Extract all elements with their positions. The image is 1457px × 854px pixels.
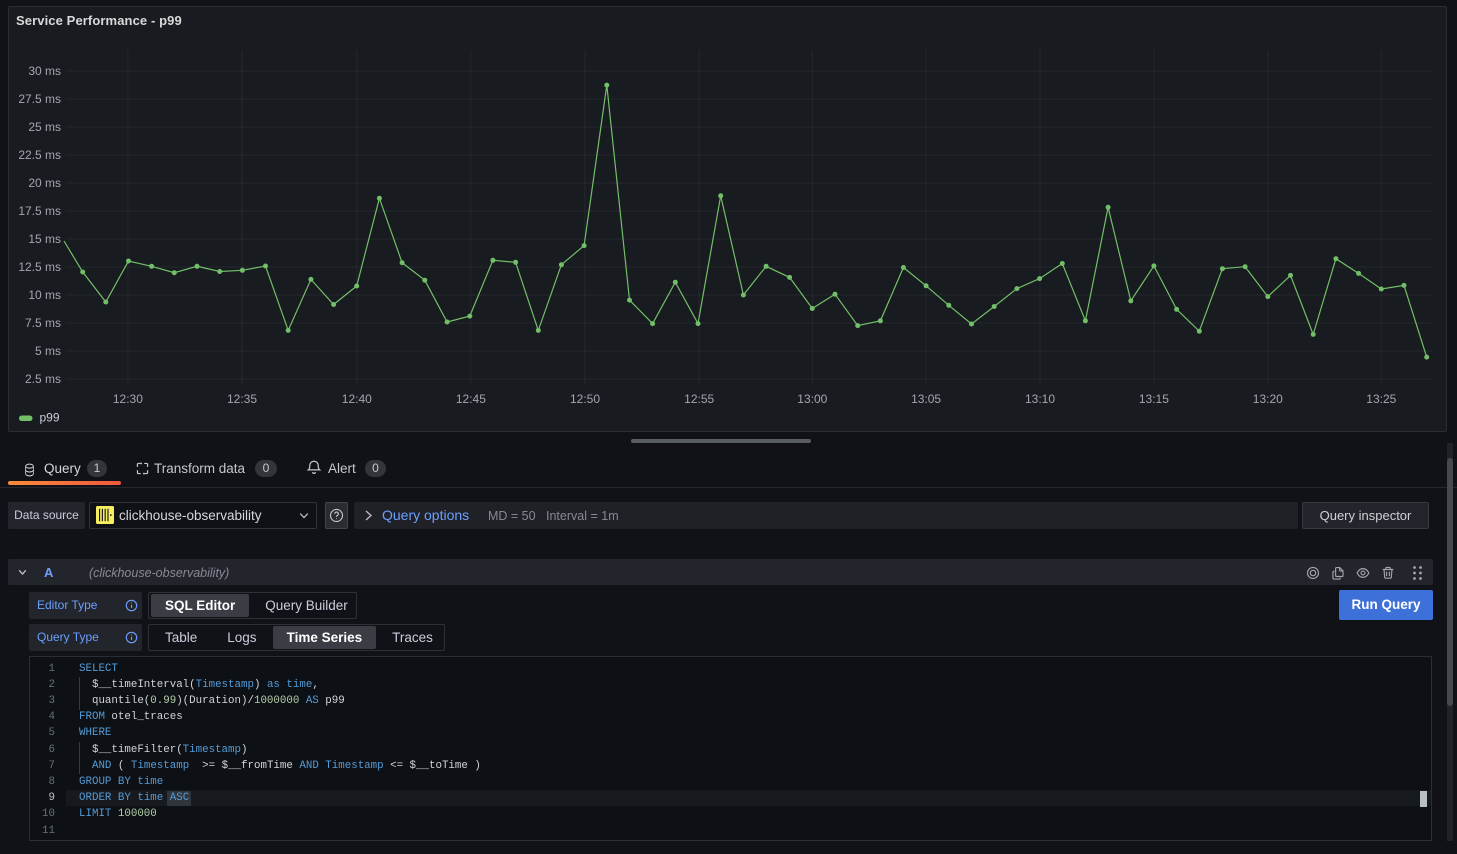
svg-text:10 ms: 10 ms xyxy=(28,288,61,302)
svg-text:30 ms: 30 ms xyxy=(28,64,61,78)
svg-text:12:40: 12:40 xyxy=(342,392,372,406)
svg-text:13:10: 13:10 xyxy=(1025,392,1055,406)
svg-text:12:50: 12:50 xyxy=(570,392,600,406)
svg-text:7.5 ms: 7.5 ms xyxy=(25,316,61,330)
svg-text:27.5 ms: 27.5 ms xyxy=(18,92,61,106)
svg-text:2.5 ms: 2.5 ms xyxy=(25,372,61,386)
svg-text:12:35: 12:35 xyxy=(227,392,257,406)
svg-text:5 ms: 5 ms xyxy=(35,344,61,358)
svg-text:20 ms: 20 ms xyxy=(28,176,61,190)
svg-text:12.5 ms: 12.5 ms xyxy=(18,260,61,274)
svg-text:22.5 ms: 22.5 ms xyxy=(18,148,61,162)
svg-text:12:55: 12:55 xyxy=(684,392,714,406)
svg-text:13:25: 13:25 xyxy=(1366,392,1396,406)
svg-text:25 ms: 25 ms xyxy=(28,120,61,134)
svg-text:12:30: 12:30 xyxy=(113,392,143,406)
svg-text:12:45: 12:45 xyxy=(456,392,486,406)
svg-text:17.5 ms: 17.5 ms xyxy=(18,204,61,218)
svg-text:13:00: 13:00 xyxy=(797,392,827,406)
svg-text:13:05: 13:05 xyxy=(911,392,941,406)
svg-text:13:15: 13:15 xyxy=(1139,392,1169,406)
svg-text:p99: p99 xyxy=(40,411,60,425)
svg-text:15 ms: 15 ms xyxy=(28,232,61,246)
svg-text:13:20: 13:20 xyxy=(1253,392,1283,406)
